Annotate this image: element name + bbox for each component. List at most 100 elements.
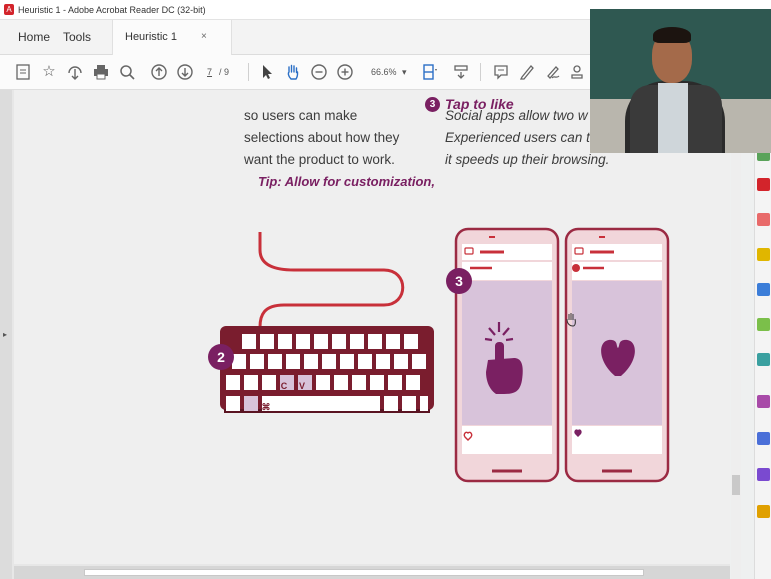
keyboard-key (340, 354, 354, 369)
bookmark-star-icon[interactable]: ☆ (40, 63, 58, 81)
keyboard-cable (258, 232, 405, 328)
phone-left (454, 227, 560, 483)
keyboard-key (232, 354, 246, 369)
tab-close-icon[interactable]: × (201, 31, 207, 42)
keyboard-key (314, 334, 328, 349)
comment-icon[interactable] (492, 63, 510, 81)
tip-line-1: so users can make (244, 108, 358, 123)
zoom-search-icon[interactable] (118, 63, 136, 81)
phone-step-badge: 3 (446, 268, 472, 294)
scroll-mode-icon[interactable] (452, 63, 470, 81)
horizontal-scroll-thumb[interactable] (84, 569, 644, 576)
tab-heuristic-1[interactable]: Heuristic 1 × (112, 20, 232, 55)
keyboard-key (244, 375, 258, 390)
zoom-in-icon[interactable] (336, 63, 354, 81)
acrobat-icon: A (4, 4, 14, 15)
keyboard-key (370, 375, 384, 390)
toolbar-divider-2 (480, 63, 481, 81)
keyboard-key (352, 375, 366, 390)
window-title: Heuristic 1 - Adobe Acrobat Reader DC (3… (18, 4, 206, 15)
tip-line-2: selections about how they (244, 130, 400, 145)
keyboard-key (278, 334, 292, 349)
vertical-scrollbar[interactable] (731, 90, 741, 579)
section-number-badge: 3 (425, 97, 440, 112)
keyboard-key (244, 396, 258, 411)
keyboard-key (226, 396, 240, 411)
menu-tools[interactable]: Tools (63, 30, 91, 44)
keyboard-key (420, 396, 428, 411)
zoom-level-select[interactable]: 66.6% (371, 67, 397, 77)
pdf-page[interactable]: Tip: Allow for customization, so users c… (14, 90, 730, 564)
presenter-shirt (658, 83, 688, 153)
keyboard-key (402, 396, 416, 411)
key-v-label: V (298, 381, 305, 391)
page-fit-icon[interactable] (421, 63, 439, 81)
fill-sign-icon[interactable] (757, 395, 770, 408)
hand-tool-icon[interactable] (284, 63, 302, 81)
expand-left-panel-icon[interactable]: ▸ (3, 330, 7, 339)
keyboard-key (358, 354, 372, 369)
horizontal-scrollbar[interactable] (14, 566, 730, 579)
send-signature-icon[interactable] (757, 468, 770, 481)
tab-label: Heuristic 1 (125, 31, 177, 43)
scan-ocr-icon[interactable] (757, 353, 770, 366)
key-c-label: C (280, 381, 288, 391)
tip-line-3: want the product to work. (244, 152, 395, 167)
highlight-pen-icon[interactable] (518, 63, 536, 81)
keyboard-key (394, 354, 408, 369)
combine-files-icon[interactable] (757, 283, 770, 296)
keyboard-key (412, 354, 426, 369)
keyboard-key (286, 354, 300, 369)
edit-pdf-icon[interactable] (757, 213, 770, 226)
keyboard-key (242, 334, 256, 349)
share-icon[interactable] (66, 63, 84, 81)
keyboard-key (304, 354, 318, 369)
section-title: Tap to like (445, 96, 514, 112)
keyboard-key (332, 334, 346, 349)
next-page-icon[interactable] (176, 63, 194, 81)
acrobat-window: A Heuristic 1 - Adobe Acrobat Reader DC … (0, 0, 771, 579)
keyboard-key (334, 375, 348, 390)
create-pdf-tool-icon[interactable] (757, 178, 770, 191)
keyboard-key (296, 334, 310, 349)
keyboard-key (368, 334, 382, 349)
stamp-icon[interactable] (568, 63, 586, 81)
sign-icon[interactable] (544, 63, 562, 81)
menu-home[interactable]: Home (18, 30, 50, 44)
keyboard-key (388, 375, 402, 390)
keyboard-key (404, 334, 418, 349)
keyboard-key (406, 375, 420, 390)
zoom-out-icon[interactable] (310, 63, 328, 81)
page-total: / 9 (219, 67, 230, 77)
presenter-webcam (590, 9, 771, 153)
previous-page-icon[interactable] (150, 63, 168, 81)
toolbar-divider (248, 63, 249, 81)
keyboard-key (384, 396, 398, 411)
presenter-jacket-right (686, 85, 722, 153)
keyboard-step-badge: 2 (208, 344, 234, 370)
more-tools-icon[interactable] (757, 505, 770, 518)
organize-pages-icon[interactable] (757, 318, 770, 331)
keyboard-key (260, 334, 274, 349)
select-cursor-icon[interactable] (258, 63, 276, 81)
keyboard-key (226, 375, 240, 390)
presenter-hair (653, 27, 691, 43)
keyboard-key (268, 354, 282, 369)
keyboard-key (322, 354, 336, 369)
document-viewer: ▸ Tip: Allow for customization, so users… (0, 90, 730, 579)
zoom-dropdown-icon[interactable]: ▾ (402, 67, 407, 78)
left-panel-rail[interactable]: ▸ (0, 90, 12, 579)
key-cmd-label: ⌘ (261, 402, 271, 412)
phone-right (564, 227, 670, 483)
keyboard-key (250, 354, 264, 369)
keyboard-key (316, 375, 330, 390)
protect-icon[interactable] (757, 432, 770, 445)
print-icon[interactable] (92, 63, 110, 81)
comment-tool-icon[interactable] (757, 248, 770, 261)
create-pdf-icon[interactable] (14, 63, 32, 81)
vertical-scroll-thumb[interactable] (732, 475, 740, 495)
keyboard-key (262, 396, 380, 411)
tip-heading: Tip: Allow for customization, (258, 174, 435, 189)
page-number-input[interactable]: 7 (207, 67, 212, 77)
keyboard-key (262, 375, 276, 390)
